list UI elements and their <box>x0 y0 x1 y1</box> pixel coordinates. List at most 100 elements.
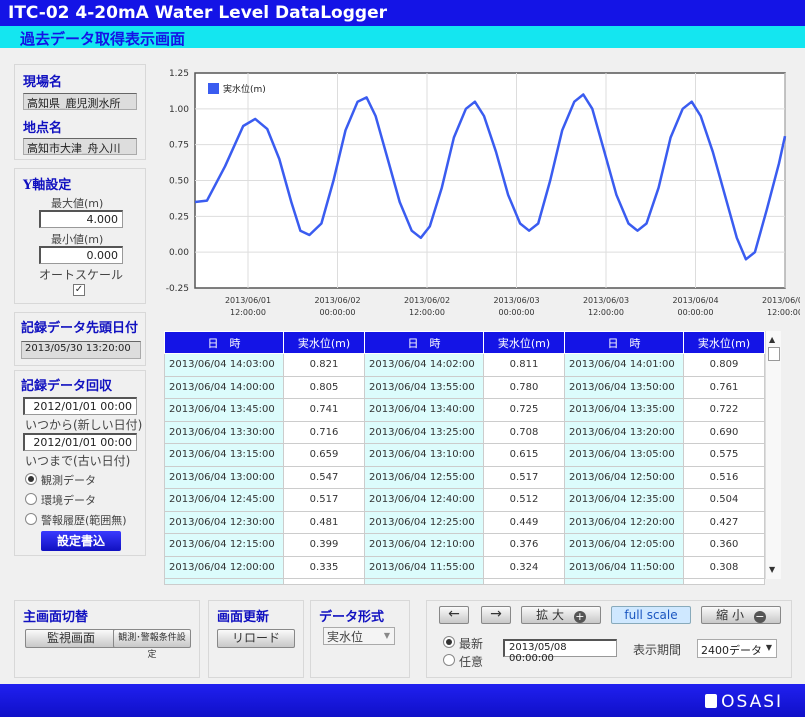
format-panel: データ形式 実水位 ▼ <box>310 600 410 678</box>
full-scale-button[interactable]: full scale <box>611 606 691 624</box>
autoscale-checkbox[interactable]: ✓ <box>73 284 85 296</box>
radio-environment[interactable] <box>25 493 37 505</box>
table-header-cell: 実水位(m) <box>283 331 365 354</box>
datetime-cell: 2013/06/04 12:05:00 <box>564 533 684 557</box>
y-tick-label: 1.00 <box>169 105 189 115</box>
app-title: ITC-02 4-20mA Water Level DataLogger <box>0 0 805 26</box>
table-row: 2013/06/04 13:15:00 0.659 2013/06/04 13:10… <box>164 443 765 467</box>
table-header-cell: 実水位(m) <box>483 331 565 354</box>
radio-arbitrary[interactable] <box>443 654 455 666</box>
y-tick-label: 0.75 <box>169 141 189 151</box>
partial-cell <box>483 578 565 585</box>
x-tick-label: 2013/06/04 <box>762 296 800 305</box>
alarm-settings-button[interactable]: 観測･警報条件設定 <box>113 629 191 660</box>
format-select[interactable]: 実水位 ▼ <box>323 627 395 645</box>
reload-button[interactable]: リロード <box>217 629 295 648</box>
to-date-input[interactable]: 2012/01/01 00:00 <box>23 433 137 451</box>
radio-observation[interactable] <box>25 473 37 485</box>
zoom-in-button[interactable]: 拡 大 + <box>521 606 601 624</box>
datetime-cell: 2013/06/04 13:15:00 <box>164 443 284 467</box>
level-cell: 0.517 <box>483 465 565 489</box>
scroll-thumb[interactable] <box>768 347 780 361</box>
table-row: 2013/06/04 13:30:00 0.716 2013/06/04 13:25… <box>164 420 765 444</box>
start-date-input[interactable]: 2013/05/08 00:00:00 <box>503 639 617 664</box>
zoom-out-button[interactable]: 縮 小 − <box>701 606 781 624</box>
point-name-field: 高知市大津_舟入川 <box>23 138 137 155</box>
level-cell: 0.722 <box>683 398 765 422</box>
datetime-cell: 2013/06/04 12:25:00 <box>364 510 484 534</box>
level-cell: 0.659 <box>283 443 365 467</box>
level-cell: 0.481 <box>283 510 365 534</box>
datetime-cell: 2013/06/04 12:35:00 <box>564 488 684 512</box>
datetime-cell: 2013/06/04 13:25:00 <box>364 420 484 444</box>
table-scrollbar[interactable]: ▲ ▼ <box>765 331 781 579</box>
datetime-cell: 2013/06/04 13:50:00 <box>564 375 684 399</box>
datetime-cell: 2013/06/04 12:30:00 <box>164 510 284 534</box>
table-row: 2013/06/04 12:30:00 0.481 2013/06/04 12:25… <box>164 510 765 534</box>
datetime-cell: 2013/06/04 12:10:00 <box>364 533 484 557</box>
table-header-cell: 実水位(m) <box>683 331 765 354</box>
y-tick-label: 0.50 <box>169 177 189 187</box>
x-tick-label: 2013/06/04 <box>672 296 718 305</box>
datetime-cell: 2013/06/04 13:45:00 <box>164 398 284 422</box>
x-tick-label: 2013/06/03 <box>583 296 629 305</box>
datetime-cell: 2013/06/04 11:55:00 <box>364 555 484 579</box>
level-cell: 0.449 <box>483 510 565 534</box>
legend-swatch <box>208 83 219 94</box>
datetime-cell: 2013/06/04 12:15:00 <box>164 533 284 557</box>
from-date-input[interactable]: 2012/01/01 00:00 <box>23 397 137 415</box>
radio-latest[interactable] <box>443 636 455 648</box>
table-row: 2013/06/04 13:45:00 0.741 2013/06/04 13:40… <box>164 398 765 422</box>
site-name-field: 高知県_鹿児測水所 <box>23 93 137 110</box>
level-cell: 0.427 <box>683 510 765 534</box>
datetime-cell: 2013/06/04 13:05:00 <box>564 443 684 467</box>
ymin-label: 最小値(m) <box>51 233 104 246</box>
level-cell: 0.615 <box>483 443 565 467</box>
level-cell: 0.809 <box>683 353 765 377</box>
datetime-cell: 2013/06/04 11:50:00 <box>564 555 684 579</box>
zoom-in-label: 拡 大 <box>536 608 564 622</box>
table-header-cell: 日 時 <box>564 331 684 354</box>
pan-right-button[interactable]: → <box>481 606 511 624</box>
scroll-up-arrow[interactable]: ▲ <box>769 335 775 344</box>
ymin-input[interactable]: 0.000 <box>39 246 123 264</box>
radio-alarm-history[interactable] <box>25 513 37 525</box>
level-cell: 0.741 <box>283 398 365 422</box>
level-cell: 0.805 <box>283 375 365 399</box>
plus-circle-icon: + <box>573 610 586 623</box>
datetime-cell: 2013/06/04 13:40:00 <box>364 398 484 422</box>
level-cell: 0.708 <box>483 420 565 444</box>
period-select[interactable]: 2400データ ▼ <box>697 639 777 658</box>
head-date-title: 記録データ先頭日付 <box>21 321 139 336</box>
radio-environment-label: 環境データ <box>41 494 96 507</box>
table-row: 2013/06/04 14:03:00 0.821 2013/06/04 14:02… <box>164 353 765 377</box>
x-tick-label: 2013/06/02 <box>404 296 450 305</box>
write-settings-button[interactable]: 設定書込 <box>41 531 121 551</box>
datetime-cell: 2013/06/04 13:00:00 <box>164 465 284 489</box>
level-cell: 0.324 <box>483 555 565 579</box>
chevron-down-icon: ▼ <box>383 631 390 640</box>
refresh-title: 画面更新 <box>217 610 270 625</box>
datetime-cell: 2013/06/04 13:30:00 <box>164 420 284 444</box>
to-date-label: いつまで(古い日付) <box>25 454 131 468</box>
x-tick-label: 12:00:00 <box>230 308 266 317</box>
level-cell: 0.517 <box>283 488 365 512</box>
table-header-cell: 日 時 <box>164 331 284 354</box>
monitor-screen-button[interactable]: 監視画面 <box>25 629 117 648</box>
pan-left-button[interactable]: ← <box>439 606 469 624</box>
partial-cell <box>283 578 365 585</box>
x-tick-label: 00:00:00 <box>499 308 535 317</box>
ymax-input[interactable]: 4.000 <box>39 210 123 228</box>
datetime-cell: 2013/06/04 12:45:00 <box>164 488 284 512</box>
level-cell: 0.690 <box>683 420 765 444</box>
from-date-label: いつから(新しい日付) <box>25 418 143 432</box>
ymax-label: 最大値(m) <box>51 197 104 210</box>
legend-label: 実水位(m) <box>223 83 266 95</box>
datetime-cell: 2013/06/04 13:20:00 <box>564 420 684 444</box>
radio-arbitrary-label: 任意 <box>459 655 484 669</box>
y-tick-label: 1.25 <box>169 69 189 79</box>
datetime-cell: 2013/06/04 12:00:00 <box>164 555 284 579</box>
format-title: データ形式 <box>319 610 385 625</box>
site-label: 現場名 <box>23 75 63 90</box>
scroll-down-arrow[interactable]: ▼ <box>769 565 775 574</box>
